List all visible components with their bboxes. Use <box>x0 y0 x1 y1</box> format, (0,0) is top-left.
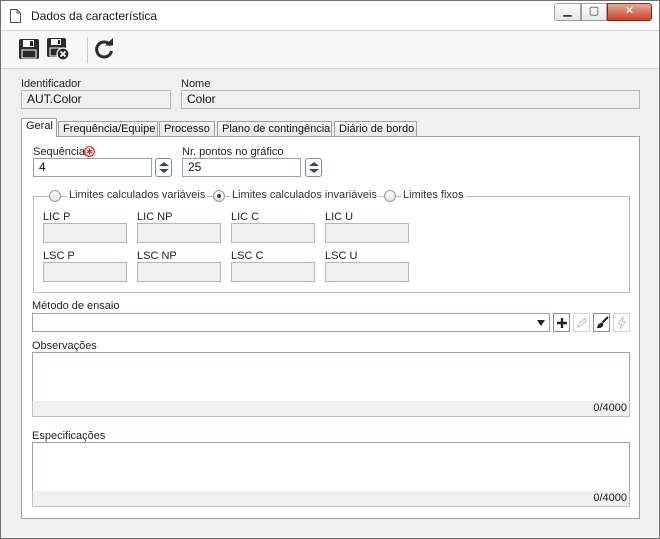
maximize-button[interactable]: ▢ <box>581 3 607 21</box>
title-bar: Dados da característica ▁ ▢ ✕ <box>1 1 659 31</box>
points-stepper[interactable] <box>305 158 322 177</box>
lic-np-field <box>137 223 221 243</box>
lic-u-label: LIC U <box>325 211 354 223</box>
refresh-icon[interactable] <box>92 37 116 61</box>
name-field: Color <box>181 90 640 109</box>
plus-icon <box>557 318 567 328</box>
points-label: Nr. pontos no gráfico <box>182 146 284 158</box>
pencil-icon <box>577 317 588 328</box>
lsc-u-field <box>325 262 409 282</box>
identifier-field: AUT.Color <box>21 90 171 109</box>
save-and-close-icon[interactable] <box>46 37 70 61</box>
clear-method-button[interactable] <box>593 313 610 332</box>
method-select[interactable] <box>32 313 550 332</box>
specifications-label: Especificações <box>32 430 106 442</box>
sequence-stepper[interactable] <box>155 158 172 177</box>
points-input[interactable]: 25 <box>182 158 301 177</box>
tab-diario-de-bordo[interactable]: Diário de bordo <box>334 121 417 137</box>
radio-limites-variaveis[interactable] <box>49 190 61 202</box>
chevron-down-icon[interactable] <box>537 320 545 326</box>
lsc-p-field <box>43 262 127 282</box>
save-icon[interactable] <box>17 37 41 61</box>
observations-textarea[interactable] <box>32 352 630 402</box>
radio-limites-invariaveis[interactable] <box>213 190 225 202</box>
tab-frequencia-equipe[interactable]: Frequência/Equipe <box>58 121 158 137</box>
observations-label: Observações <box>32 340 97 352</box>
name-label: Nome <box>181 78 211 90</box>
toolbar-separator <box>87 37 88 63</box>
identifier-label: Identificador <box>21 78 81 90</box>
lic-np-label: LIC NP <box>137 211 173 223</box>
tab-plano-de-contingencia[interactable]: Plano de contingência <box>217 121 332 137</box>
required-icon <box>84 146 95 157</box>
lsc-np-label: LSC NP <box>137 250 177 262</box>
observations-counter: 0/4000 <box>32 401 630 417</box>
radio-limites-fixos[interactable] <box>384 190 396 202</box>
specifications-textarea[interactable] <box>32 442 630 492</box>
tab-geral[interactable]: Geral <box>21 118 57 137</box>
lsc-c-field <box>231 262 315 282</box>
document-icon <box>10 9 21 23</box>
lsc-u-label: LSC U <box>325 250 358 262</box>
toolbar <box>1 31 659 69</box>
add-method-button[interactable] <box>553 313 570 332</box>
lic-p-field <box>43 223 127 243</box>
tab-processo[interactable]: Processo <box>159 121 215 137</box>
lic-u-field <box>325 223 409 243</box>
edit-method-button[interactable] <box>573 313 590 332</box>
lic-c-label: LIC C <box>231 211 260 223</box>
window-title: Dados da característica <box>31 9 158 23</box>
sequence-label: Sequência <box>33 146 85 158</box>
sequence-input[interactable]: 4 <box>33 158 152 177</box>
lsc-c-label: LSC C <box>231 250 264 262</box>
specifications-counter: 0/4000 <box>32 491 630 507</box>
lic-c-field <box>231 223 315 243</box>
close-button[interactable]: ✕ <box>607 3 652 21</box>
lsc-np-field <box>137 262 221 282</box>
method-label: Método de ensaio <box>32 300 120 312</box>
radio-limites-fixos-label: Limites fixos <box>401 189 466 201</box>
dialog-window: Dados da característica ▁ ▢ ✕ Identifica… <box>0 0 660 539</box>
minimize-button[interactable]: ▁ <box>554 3 581 21</box>
radio-limites-variaveis-label: Limites calculados variáveis <box>67 189 208 201</box>
execute-method-button[interactable] <box>613 313 630 332</box>
lightning-icon <box>617 316 627 330</box>
brush-icon <box>597 316 609 329</box>
lsc-p-label: LSC P <box>43 250 75 262</box>
lic-p-label: LIC P <box>43 211 71 223</box>
radio-limites-invariaveis-label: Limites calculados invariáveis <box>230 189 379 201</box>
